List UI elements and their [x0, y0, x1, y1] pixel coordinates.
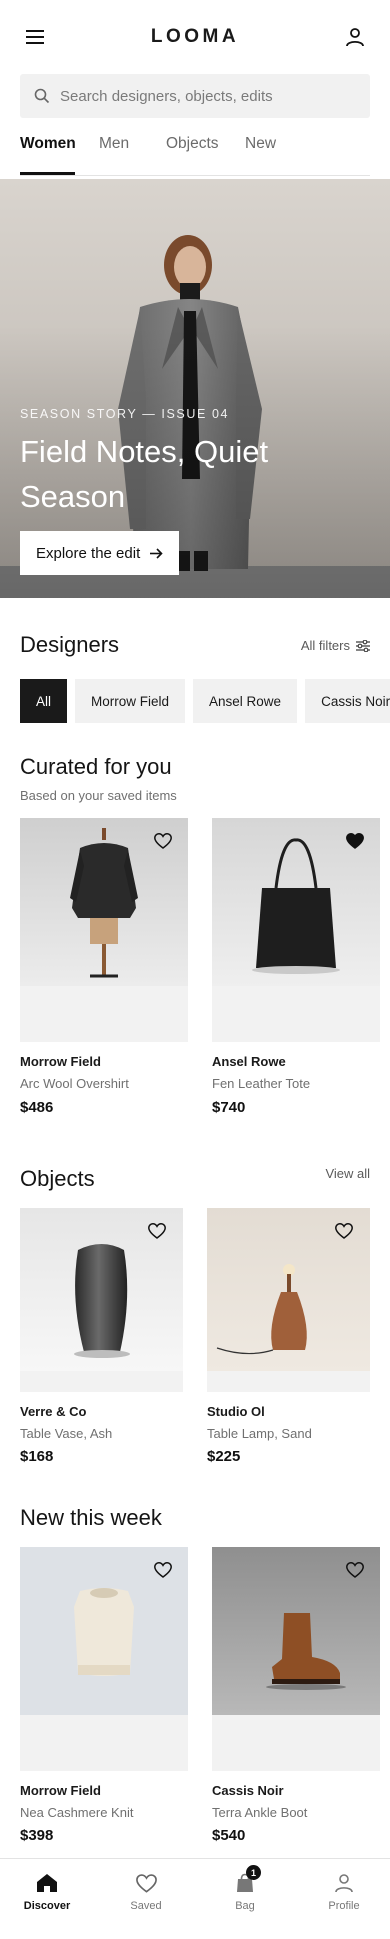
product-card[interactable]: Ansel Rowe Fen Leather Tote $740 [212, 818, 380, 1128]
chip-all[interactable]: All [20, 679, 68, 723]
heart-icon [135, 1873, 157, 1893]
product-name: Fen Leather Tote [212, 1076, 311, 1091]
product-image [20, 1208, 183, 1392]
nav-discover-label: Discover [23, 1900, 71, 1912]
user-icon [346, 28, 364, 47]
view-all-link[interactable]: View all [325, 1166, 370, 1181]
explore-edit-label: Explore the edit [36, 544, 141, 562]
product-card[interactable]: Verre & Co Table Vase, Ash $168 [20, 1208, 183, 1470]
nav-saved-icon-wrap [132, 1869, 160, 1897]
tab-women[interactable]: Women [20, 135, 76, 153]
product-price: $225 [207, 1448, 241, 1465]
search-icon [34, 88, 50, 104]
product-card[interactable]: Morrow Field Arc Wool Overshirt $486 [20, 818, 188, 1128]
save-button[interactable] [342, 828, 368, 854]
product-card[interactable]: Morrow Field Nea Cashmere Knit $398 [20, 1547, 188, 1847]
product-price: $168 [20, 1448, 54, 1465]
app-header: LOOMA [0, 0, 390, 74]
brand-logo[interactable]: LOOMA [151, 26, 239, 48]
product-card[interactable]: Cassis Noir Terra Ankle Boot $540 [212, 1547, 380, 1847]
save-button[interactable] [342, 1557, 368, 1583]
nav-profile-label: Profile [328, 1900, 360, 1912]
menu-button[interactable] [20, 22, 50, 52]
nav-profile[interactable]: Profile [304, 1869, 384, 1912]
tab-objects[interactable]: Objects [166, 135, 219, 153]
product-image [212, 1547, 380, 1771]
product-image [212, 818, 380, 1042]
explore-edit-button[interactable]: Explore the edit [20, 531, 180, 575]
product-brand: Morrow Field [20, 1783, 101, 1798]
hero-eyebrow: SEASON STORY — ISSUE 04 [20, 407, 230, 421]
category-tabs: Women Men Objects New [20, 124, 370, 176]
search-bar[interactable] [20, 74, 370, 118]
heart-outline-icon [346, 1562, 364, 1578]
search-input[interactable] [60, 87, 350, 105]
chip-cassis-noir[interactable]: Cassis Noir [305, 679, 390, 723]
nav-saved-label: Saved [130, 1900, 162, 1912]
sliders-icon [356, 639, 370, 652]
save-button[interactable] [331, 1218, 357, 1244]
product-name: Table Lamp, Sand [207, 1426, 312, 1441]
new-this-week-title: New this week [20, 1505, 162, 1530]
product-image [207, 1208, 370, 1392]
nav-discover[interactable]: Discover [7, 1869, 87, 1912]
heart-outline-icon [154, 833, 172, 849]
product-price: $740 [212, 1099, 246, 1116]
product-brand: Verre & Co [20, 1404, 87, 1419]
objects-title: Objects [20, 1166, 95, 1191]
save-button[interactable] [150, 828, 176, 854]
profile-button[interactable] [340, 22, 370, 52]
product-brand: Studio Ol [207, 1404, 265, 1419]
designer-chips: All Morrow Field Ansel Rowe Cassis Noir [20, 679, 390, 723]
heart-filled-icon [346, 833, 364, 849]
all-filters-button[interactable]: All filters [301, 638, 370, 653]
designers-title: Designers [20, 632, 120, 657]
home-icon [37, 1874, 57, 1892]
product-card[interactable]: Studio Ol Table Lamp, Sand $225 [207, 1208, 370, 1470]
product-name: Arc Wool Overshirt [20, 1076, 129, 1091]
curated-subtitle: Based on your saved items [20, 788, 177, 803]
nav-bag-label: Bag [235, 1900, 255, 1912]
menu-icon [26, 30, 44, 44]
save-button[interactable] [150, 1557, 176, 1583]
product-price: $486 [20, 1099, 54, 1116]
product-price: $540 [212, 1827, 246, 1844]
product-image [20, 818, 188, 1042]
product-brand: Morrow Field [20, 1054, 101, 1069]
product-brand: Ansel Rowe [212, 1054, 286, 1069]
bag-count-badge: 1 [246, 1865, 261, 1880]
arrow-right-icon [150, 547, 163, 559]
nav-bag-icon-wrap: 1 [231, 1865, 261, 1897]
tab-men[interactable]: Men [99, 135, 129, 153]
nav-saved[interactable]: Saved [106, 1869, 186, 1912]
tab-new[interactable]: New [245, 135, 276, 153]
chip-morrow-field[interactable]: Morrow Field [75, 679, 186, 723]
hero-banner[interactable]: SEASON STORY — ISSUE 04 Field Notes, Qui… [0, 179, 390, 598]
product-name: Nea Cashmere Knit [20, 1805, 134, 1820]
bottom-nav: Discover Saved 1 Bag Profile [0, 1858, 390, 1939]
save-button[interactable] [144, 1218, 170, 1244]
heart-outline-icon [154, 1562, 172, 1578]
nav-profile-icon-wrap [330, 1869, 358, 1897]
all-filters-label: All filters [300, 638, 350, 653]
heart-outline-icon [148, 1223, 166, 1239]
product-image [20, 1547, 188, 1771]
chip-ansel-rowe[interactable]: Ansel Rowe [193, 679, 298, 723]
hero-title: Field Notes, Quiet Season [20, 434, 269, 514]
heart-outline-icon [335, 1223, 353, 1239]
product-name: Terra Ankle Boot [212, 1805, 308, 1820]
product-brand: Cassis Noir [212, 1783, 284, 1798]
user-icon [335, 1874, 353, 1893]
nav-bag[interactable]: 1 Bag [205, 1865, 285, 1912]
curated-title: Curated for you [20, 754, 172, 779]
product-name: Table Vase, Ash [20, 1426, 113, 1441]
nav-discover-icon-wrap [33, 1869, 61, 1897]
product-price: $398 [20, 1827, 54, 1844]
active-tab-indicator [20, 172, 75, 175]
